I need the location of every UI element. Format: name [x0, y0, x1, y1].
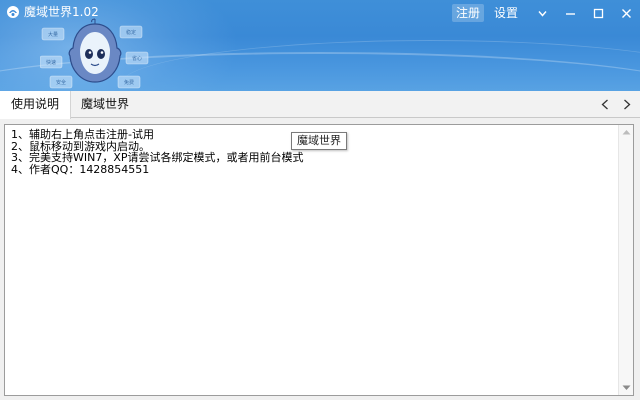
mascot-bubble-text: 省心 [132, 55, 142, 62]
instruction-line: 3、完美支持WIN7，XP请尝试各绑定模式，或者用前台模式 [11, 151, 304, 164]
mascot-bubble-text: 快速 [46, 59, 56, 66]
instruction-line: 4、作者QQ：1428854551 [11, 162, 150, 176]
app-logo-icon [7, 6, 19, 18]
mascot-face [68, 18, 122, 83]
vertical-scrollbar[interactable] [618, 125, 633, 395]
tab-instructions[interactable]: 使用说明 [0, 91, 72, 119]
chevron-right-icon [624, 99, 631, 109]
title-actions: 注册 设置 [451, 2, 640, 24]
tab-scroll-left-button[interactable] [596, 94, 614, 114]
register-button[interactable]: 注册 [451, 4, 484, 22]
tab-bar: 使用说明 魔域世界 [0, 91, 640, 119]
tab-game-world[interactable]: 魔域世界 [70, 91, 140, 118]
minimize-button[interactable] [556, 3, 584, 23]
mascot-bubble-text: 大量 [48, 31, 58, 38]
mascot-bubble-text: 安全 [56, 79, 66, 86]
app-window: 魔域世界1.02 大量 稳定 快速 省心 安全 免费 注册 设置 使用说明 魔域… [0, 0, 640, 400]
maximize-icon [593, 8, 603, 18]
chevron-left-icon [601, 99, 608, 109]
close-icon [621, 8, 631, 18]
chevron-down-icon [537, 10, 547, 17]
instructions-text-box[interactable]: 1、辅助右上角点击注册-试用 2、鼠标移动到游戏内启动。 3、完美支持WIN7，… [4, 124, 634, 396]
tab-tooltip: 魔域世界 [291, 132, 347, 150]
minimize-icon [565, 12, 575, 15]
mascot-icon: 大量 稳定 快速 省心 安全 免费 [40, 18, 149, 89]
dropdown-button[interactable] [528, 3, 556, 23]
scroll-up-icon[interactable] [622, 129, 631, 135]
tab-scroll-right-button[interactable] [618, 94, 636, 114]
mascot-bubble-text: 稳定 [126, 29, 136, 36]
settings-button[interactable]: 设置 [490, 4, 522, 22]
scroll-down-icon[interactable] [622, 385, 631, 391]
close-button[interactable] [612, 3, 640, 23]
mascot-bubble-text: 免费 [124, 79, 134, 86]
maximize-button[interactable] [584, 3, 612, 23]
title-banner[interactable]: 魔域世界1.02 大量 稳定 快速 省心 安全 免费 注册 设置 [0, 0, 640, 91]
